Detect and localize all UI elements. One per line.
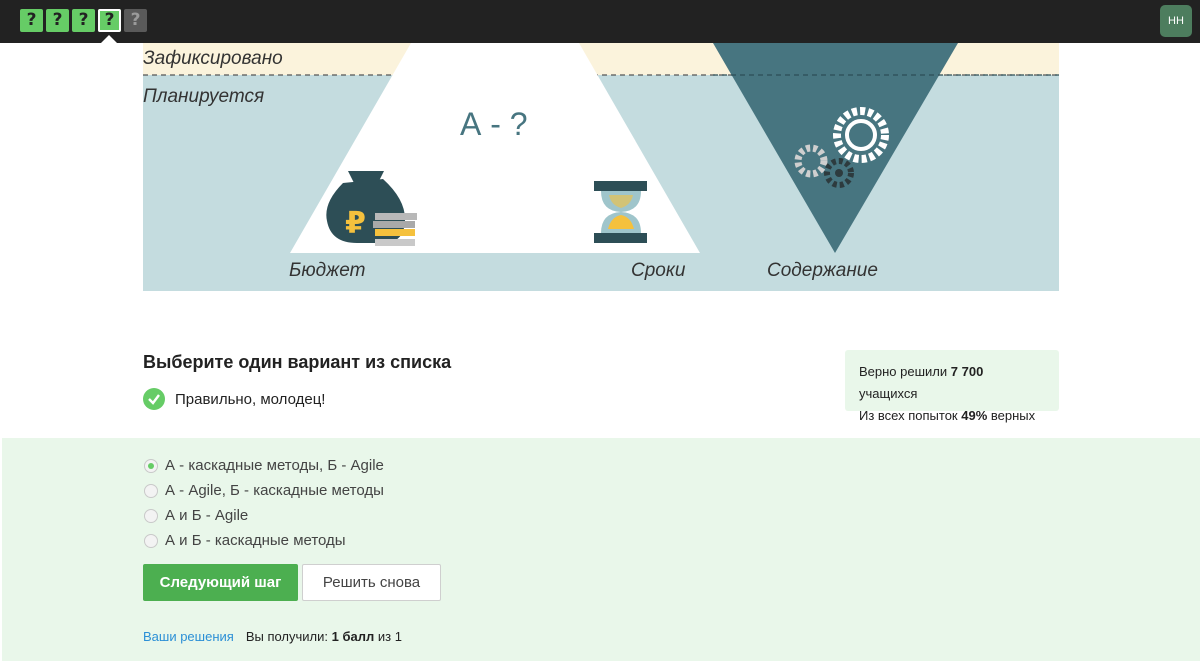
next-step-button[interactable]: Следующий шаг bbox=[143, 564, 298, 601]
svg-text:₽: ₽ bbox=[345, 206, 366, 241]
step-2-button[interactable]: ? bbox=[46, 9, 69, 32]
solved-count: 7 700 bbox=[950, 364, 984, 379]
option-label: А - Agile, Б - каскадные методы bbox=[165, 482, 384, 499]
score-value: 1 балл bbox=[331, 629, 375, 644]
status-text: Правильно, молодец! bbox=[175, 390, 326, 408]
figure-svg: ₽ bbox=[143, 43, 1059, 291]
stats-percent-line: Из всех попыток 49% верных bbox=[859, 408, 1036, 423]
stats-solved-line: Верно решили 7 700 учащихся bbox=[859, 364, 984, 401]
check-icon bbox=[143, 388, 165, 410]
radio-button[interactable] bbox=[144, 483, 158, 498]
option-2[interactable]: А - Agile, Б - каскадные методы bbox=[144, 478, 384, 503]
option-label: А и Б - каскадные методы bbox=[165, 532, 346, 549]
submission-footer: Ваши решения Вы получили: 1 балл из 1 bbox=[143, 629, 402, 644]
option-label: А - каскадные методы, Б - Agile bbox=[165, 457, 384, 474]
step-3-button[interactable]: ? bbox=[72, 9, 95, 32]
top-bar: ? ? ? ? ? НН bbox=[0, 0, 1200, 43]
radio-button[interactable] bbox=[144, 533, 158, 548]
label-content: Содержание bbox=[767, 260, 878, 281]
step-navigation: ? ? ? ? ? bbox=[20, 9, 147, 32]
project-triangle-figure: ₽ Зафиксировано Планируется А - ? Бюджет… bbox=[143, 43, 1059, 291]
option-1[interactable]: А - каскадные методы, Б - Agile bbox=[144, 453, 384, 478]
label-budget: Бюджет bbox=[289, 260, 366, 281]
option-3[interactable]: А и Б - Agile bbox=[144, 503, 384, 528]
user-avatar[interactable]: НН bbox=[1160, 5, 1192, 37]
label-fixed: Зафиксировано bbox=[143, 48, 283, 69]
step-4-button[interactable]: ? bbox=[98, 9, 121, 32]
radio-button[interactable] bbox=[144, 458, 158, 473]
triangle-question: А - ? bbox=[460, 106, 528, 142]
label-planned: Планируется bbox=[143, 86, 265, 107]
retry-button[interactable]: Решить снова bbox=[302, 564, 441, 601]
score-text: Вы получили: 1 балл из 1 bbox=[245, 629, 402, 644]
answers-area: А - каскадные методы, Б - Agile А - Agil… bbox=[2, 438, 1200, 661]
option-4[interactable]: А и Б - каскадные методы bbox=[144, 528, 384, 553]
solutions-link[interactable]: Ваши решения bbox=[143, 629, 234, 644]
question-title: Выберите один вариант из списка bbox=[143, 352, 452, 372]
correct-percent: 49% bbox=[961, 408, 988, 423]
label-time: Сроки bbox=[631, 260, 686, 281]
option-label: А и Б - Agile bbox=[165, 507, 249, 524]
option-list: А - каскадные методы, Б - Agile А - Agil… bbox=[144, 453, 384, 553]
step-1-button[interactable]: ? bbox=[20, 9, 43, 32]
stats-panel: Верно решили 7 700 учащихся Из всех попы… bbox=[845, 350, 1059, 423]
radio-button[interactable] bbox=[144, 508, 158, 523]
step-5-button[interactable]: ? bbox=[124, 9, 147, 32]
answer-status: Правильно, молодец! bbox=[143, 388, 325, 410]
current-step-pointer bbox=[101, 35, 117, 43]
